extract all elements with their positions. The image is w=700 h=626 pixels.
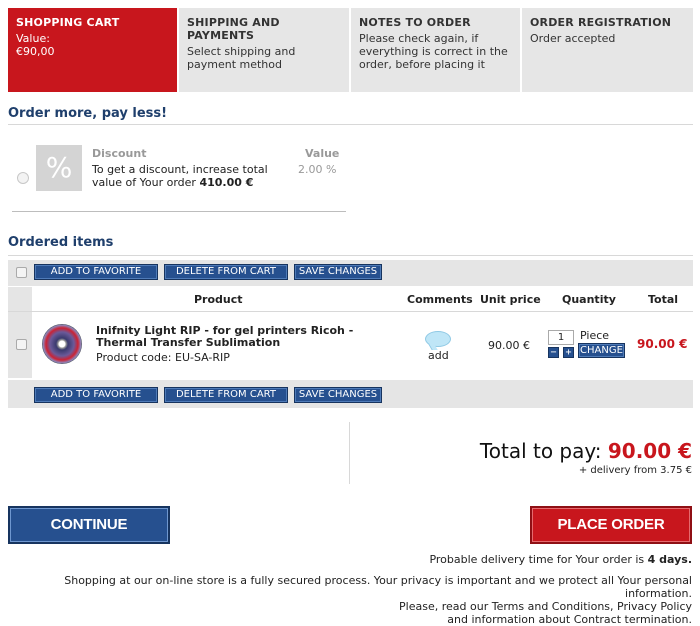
security-notice: Shopping at our on-line store is a fully… bbox=[2, 574, 692, 626]
step-title: SHOPPING CART bbox=[16, 16, 120, 29]
delivery-cost-note: + delivery from 3.75 € bbox=[578, 465, 692, 476]
cart-table-header: Product Comments Unit price Quantity Tot… bbox=[8, 287, 693, 311]
step-sub: Order accepted bbox=[530, 32, 616, 45]
header-spacer bbox=[8, 287, 32, 311]
quantity-minus-button[interactable]: − bbox=[548, 347, 559, 358]
add-to-favorite-button[interactable]: ADD TO FAVORITE bbox=[34, 264, 158, 280]
quantity-plus-button[interactable]: + bbox=[563, 347, 574, 358]
divider bbox=[12, 211, 346, 212]
ordered-items-title: Ordered items bbox=[8, 235, 114, 250]
discount-section-title: Order more, pay less! bbox=[8, 106, 168, 121]
step-title: NOTES TO ORDER bbox=[359, 16, 471, 29]
step-title: ORDER REGISTRATION bbox=[530, 16, 672, 29]
product-thumbnail[interactable] bbox=[42, 324, 82, 364]
continue-shopping-button[interactable]: CONTINUE SHOPPING bbox=[8, 506, 170, 567]
step-shipping-payments[interactable]: SHIPPING AND PAYMENTS Select shipping an… bbox=[179, 8, 351, 92]
policy-line: Please, read our Terms and Conditions, P… bbox=[2, 600, 692, 613]
divider bbox=[8, 255, 693, 256]
delete-from-cart-button[interactable]: DELETE FROM CART bbox=[164, 387, 288, 403]
delete-from-cart-button[interactable]: DELETE FROM CART bbox=[164, 264, 288, 280]
add-to-favorite-button[interactable]: ADD TO FAVORITE bbox=[34, 387, 158, 403]
cart-actions-bottom: ADD TO FAVORITE DELETE FROM CART SAVE CH… bbox=[8, 380, 693, 408]
quantity-input[interactable]: 1 bbox=[548, 330, 574, 345]
checkout-steps: SHOPPING CART Value: €90,00 SHIPPING AND… bbox=[8, 8, 693, 92]
divider bbox=[349, 422, 350, 484]
product-code: Product code: EU-SA-RIP bbox=[96, 351, 230, 364]
col-product: Product bbox=[194, 293, 243, 306]
delivery-time-note: Probable delivery time for Your order is… bbox=[429, 553, 692, 566]
total-to-pay: Total to pay: 90.00 € bbox=[480, 439, 692, 463]
unit-price: 90.00 € bbox=[488, 339, 530, 352]
step-sub: Please check again, if everything is cor… bbox=[359, 32, 508, 71]
col-unit-price: Unit price bbox=[480, 293, 541, 306]
step-order-registration[interactable]: ORDER REGISTRATION Order accepted bbox=[522, 8, 693, 92]
comma: , bbox=[610, 600, 614, 613]
row-total: 90.00 € bbox=[637, 337, 688, 351]
security-line: Shopping at our on-line store is a fully… bbox=[64, 574, 692, 600]
add-comment-link[interactable]: add bbox=[428, 349, 449, 362]
select-all-checkbox[interactable] bbox=[16, 267, 27, 278]
discount-header: Discount bbox=[92, 147, 147, 160]
item-checkbox[interactable] bbox=[16, 339, 27, 350]
discount-percent: 2.00 % bbox=[298, 163, 337, 176]
step-sub: Select shipping and payment method bbox=[187, 45, 296, 71]
privacy-link[interactable]: Privacy Policy bbox=[617, 600, 692, 613]
percent-icon: % bbox=[36, 145, 82, 191]
divider bbox=[8, 311, 693, 312]
discount-value-header: Value bbox=[305, 147, 340, 160]
policy-prefix: Please, read our bbox=[399, 600, 489, 613]
col-comments: Comments bbox=[407, 293, 473, 306]
place-order-button[interactable]: PLACE ORDER bbox=[530, 506, 692, 544]
step-notes-to-order[interactable]: NOTES TO ORDER Please check again, if ev… bbox=[351, 8, 522, 92]
divider bbox=[8, 124, 693, 125]
product-name[interactable]: Inifnity Light RIP - for gel printers Ri… bbox=[96, 325, 396, 349]
step-shopping-cart[interactable]: SHOPPING CART Value: €90,00 bbox=[8, 8, 179, 92]
quantity-unit: Piece bbox=[580, 329, 610, 342]
step-sub: Value: bbox=[16, 32, 50, 45]
col-quantity: Quantity bbox=[562, 293, 616, 306]
cart-actions-top: ADD TO FAVORITE DELETE FROM CART SAVE CH… bbox=[8, 260, 693, 286]
total-label: Total to pay: bbox=[479, 439, 602, 463]
terms-link[interactable]: Terms and Conditions bbox=[492, 600, 610, 613]
col-total: Total bbox=[648, 293, 679, 306]
total-amount: 90.00 € bbox=[607, 439, 692, 463]
save-changes-button[interactable]: SAVE CHANGES bbox=[294, 387, 382, 403]
delivery-time-text: Probable delivery time for Your order is bbox=[429, 553, 645, 566]
save-changes-button[interactable]: SAVE CHANGES bbox=[294, 264, 382, 280]
step-title: SHIPPING AND PAYMENTS bbox=[187, 16, 280, 42]
change-quantity-button[interactable]: CHANGE bbox=[578, 343, 625, 358]
step-sub: €90,00 bbox=[16, 45, 55, 58]
delivery-days: 4 days. bbox=[647, 553, 692, 566]
discount-description: To get a discount, increase total value … bbox=[92, 163, 277, 189]
discount-radio[interactable] bbox=[17, 172, 29, 184]
discount-threshold: 410.00 € bbox=[199, 176, 254, 189]
